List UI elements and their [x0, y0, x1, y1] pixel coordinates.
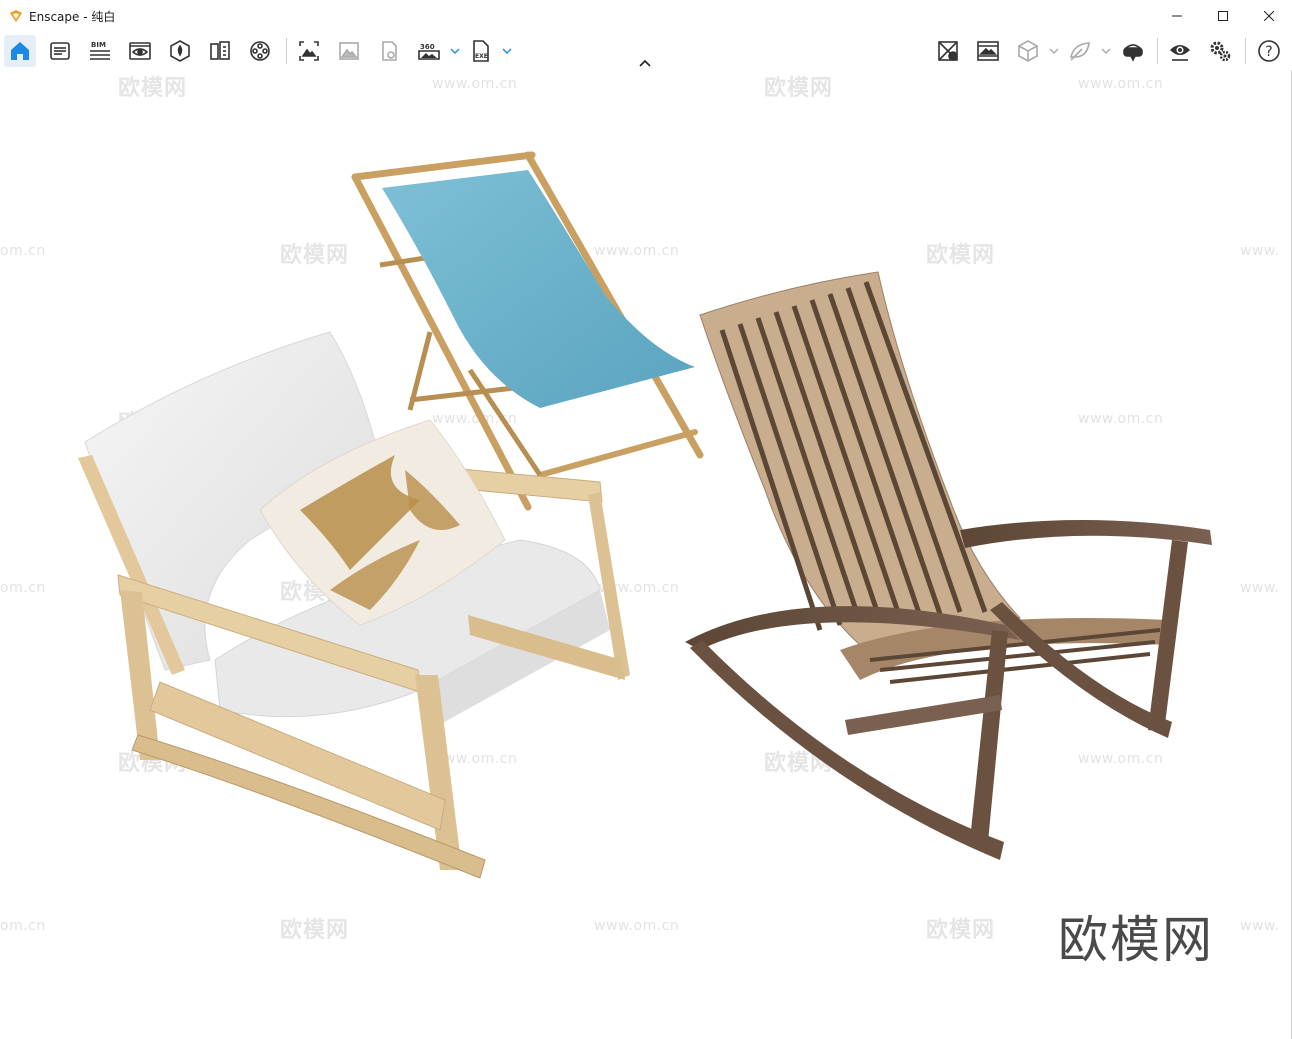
svg-text:360: 360	[420, 43, 435, 51]
maximize-icon	[1218, 11, 1228, 21]
site-context-button[interactable]	[164, 35, 196, 67]
safe-frame-button[interactable]	[972, 35, 1004, 67]
collapse-toolbar-icon[interactable]	[636, 56, 654, 70]
upload-button[interactable]	[373, 35, 405, 67]
close-button[interactable]	[1246, 0, 1292, 32]
material-editor-button[interactable]	[204, 35, 236, 67]
visual-settings-icon	[1170, 45, 1190, 61]
chevron-down-icon[interactable]	[1049, 46, 1059, 56]
render-viewport[interactable]: 欧模网 www.om.cn 欧模网 www.om.cn om.cn 欧模网 ww…	[0, 70, 1291, 1039]
view-management-icon	[129, 42, 151, 60]
export-exe-icon: EXE	[473, 40, 489, 62]
svg-text:BIM: BIM	[91, 41, 106, 49]
watermark-logo-text: 欧模网	[1058, 911, 1214, 969]
asset-library-button[interactable]	[44, 35, 76, 67]
toolbar-separator	[1245, 38, 1246, 64]
sync-views-button[interactable]	[932, 35, 964, 67]
panorama-360-button[interactable]: 360	[413, 35, 445, 67]
export-exe-button[interactable]: EXE	[465, 35, 497, 67]
window-controls	[1154, 0, 1292, 32]
visual-settings-button[interactable]	[1164, 35, 1196, 67]
svg-text:EXE: EXE	[475, 53, 488, 60]
rendered-scene	[78, 151, 1212, 879]
slatted-rocking-chair	[685, 271, 1212, 860]
vr-headset-button[interactable]	[1117, 35, 1149, 67]
minimize-icon	[1172, 15, 1182, 17]
material-editor-icon	[210, 41, 230, 60]
home-button[interactable]	[4, 35, 36, 67]
light-view-button[interactable]	[1064, 35, 1096, 67]
enscape-logo-icon	[10, 10, 22, 22]
video-editor-button[interactable]	[244, 35, 276, 67]
sync-views-icon	[938, 41, 958, 61]
bim-icon: BIM	[90, 41, 110, 60]
screenshot-button[interactable]	[293, 35, 325, 67]
toolbar-separator	[286, 38, 287, 64]
chevron-down-icon[interactable]	[450, 46, 460, 56]
batch-render-button[interactable]	[333, 35, 365, 67]
toolbar-separator	[1157, 38, 1158, 64]
vr-headset-icon	[1123, 44, 1143, 62]
cushioned-rocking-armchair	[78, 331, 630, 879]
video-editor-icon	[250, 41, 270, 61]
minimize-button[interactable]	[1154, 0, 1200, 32]
site-context-icon	[170, 40, 190, 62]
home-icon	[11, 42, 29, 60]
screenshot-icon	[299, 41, 319, 61]
light-view-icon	[1069, 42, 1090, 61]
help-icon: ?	[1258, 40, 1280, 62]
upload-icon	[382, 41, 397, 61]
general-settings-button[interactable]	[1204, 35, 1236, 67]
safe-frame-icon	[977, 41, 999, 61]
chevron-down-icon[interactable]	[502, 46, 512, 56]
maximize-button[interactable]	[1200, 0, 1246, 32]
chevron-down-icon[interactable]	[1101, 46, 1111, 56]
close-icon	[1264, 11, 1274, 21]
svg-text:?: ?	[1265, 44, 1272, 60]
panorama-360-icon: 360	[418, 43, 440, 60]
batch-render-icon	[339, 42, 359, 60]
help-button[interactable]: ?	[1253, 35, 1285, 67]
enscape-window: Enscape - 纯白 BIM 360 EXE ? 欧模网 www.om.cn…	[0, 0, 1292, 1039]
gear-icon	[1210, 41, 1231, 62]
window-title: Enscape - 纯白	[29, 9, 116, 24]
asset-library-icon	[50, 42, 70, 60]
view-management-button[interactable]	[124, 35, 156, 67]
bim-button[interactable]: BIM	[84, 35, 116, 67]
orthographic-button[interactable]	[1012, 35, 1044, 67]
title-bar: Enscape - 纯白	[0, 0, 1292, 32]
orthographic-icon	[1018, 40, 1038, 62]
